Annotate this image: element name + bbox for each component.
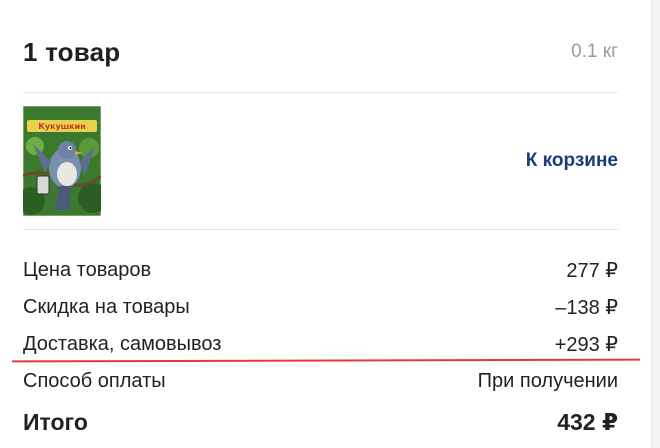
- discount-label: Скидка на товары: [23, 296, 190, 318]
- summary-row-payment: Способ оплаты При получении: [23, 363, 618, 400]
- goods-price-value: 277 ₽: [566, 260, 618, 282]
- order-header: 1 товар 0.1 кг: [23, 32, 618, 72]
- book-cover-thumbnail[interactable]: Кукушкин: [23, 106, 101, 216]
- summary-row-discount: Скидка на товары –138 ₽: [23, 289, 618, 326]
- go-to-cart-link[interactable]: К корзине: [526, 150, 618, 172]
- divider: [23, 229, 618, 230]
- order-summary-card: 1 товар 0.1 кг Кукушкин К корзине Цена т…: [0, 0, 652, 448]
- total-label: Итого: [23, 408, 88, 435]
- goods-price-label: Цена товаров: [23, 259, 152, 281]
- book-cover-title: Кукушкин: [38, 122, 85, 131]
- delivery-label: Доставка, самовывоз: [23, 333, 222, 355]
- delivery-value: +293 ₽: [554, 334, 618, 356]
- red-underline-annotation: [11, 358, 641, 363]
- total-weight: 0.1 кг: [571, 41, 618, 62]
- payment-method-value: При получении: [477, 370, 618, 392]
- divider: [23, 92, 618, 93]
- summary-row-total: Итого 432 ₽: [23, 402, 618, 442]
- discount-value: –138 ₽: [555, 297, 618, 319]
- summary-row-goods-price: Цена товаров 277 ₽: [23, 252, 618, 289]
- payment-method-label: Способ оплаты: [23, 370, 166, 392]
- summary-row-delivery: Доставка, самовывоз +293 ₽: [23, 326, 618, 363]
- price-summary: Цена товаров 277 ₽ Скидка на товары –138…: [23, 252, 618, 442]
- items-count-title: 1 товар: [23, 36, 121, 67]
- total-value: 432 ₽: [557, 408, 618, 435]
- product-list: Кукушкин К корзине: [23, 106, 618, 218]
